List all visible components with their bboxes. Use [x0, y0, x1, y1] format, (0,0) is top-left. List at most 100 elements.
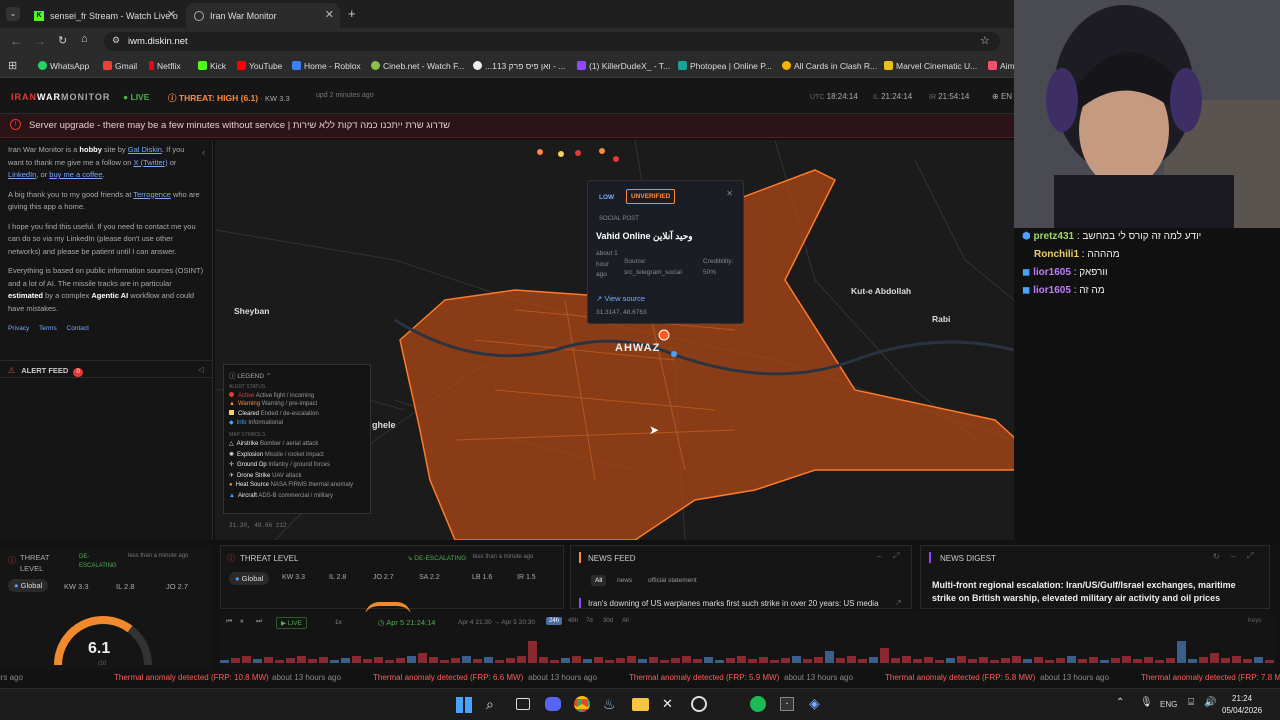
- global-chip[interactable]: ● Global: [229, 572, 270, 585]
- region-chip-lb[interactable]: LB 1.6: [472, 574, 492, 581]
- filter-official[interactable]: official statement: [648, 577, 697, 584]
- new-tab-button[interactable]: +: [348, 6, 356, 21]
- minimize-icon[interactable]: –: [1231, 552, 1235, 561]
- region-chip[interactable]: IL 2.8: [116, 582, 135, 591]
- terrogence-link[interactable]: Terrogence: [133, 190, 171, 199]
- skip-back-icon[interactable]: ⏮: [226, 618, 232, 626]
- region-chip-jo[interactable]: JO 2.7: [373, 574, 394, 581]
- discord-icon[interactable]: [545, 697, 561, 711]
- bookmark-one-piece[interactable]: ...ואן פיס פרק 113 - ...: [473, 61, 565, 71]
- pause-icon[interactable]: ⏸: [240, 618, 244, 626]
- range-7d[interactable]: 7d: [586, 618, 593, 624]
- ticker-event[interactable]: Thermal anomaly detected (FRP: 10.8 MW): [114, 673, 269, 682]
- bookmark-photopea[interactable]: Photopea | Online P...: [678, 61, 772, 71]
- tab-stream[interactable]: K sensei_fr Stream - Watch Live o ✕: [26, 3, 182, 28]
- privacy-link[interactable]: Privacy: [8, 325, 29, 332]
- bookmark-aim[interactable]: Aim: [988, 61, 1015, 71]
- active-marker[interactable]: [575, 150, 581, 156]
- bookmark-clash-royale[interactable]: All Cards in Clash R...: [782, 61, 877, 71]
- region-chip[interactable]: KW 3.3: [64, 582, 89, 591]
- view-source-link[interactable]: ↗ View source: [596, 294, 645, 303]
- news-item[interactable]: Iran's downing of US warplanes marks fir…: [588, 599, 879, 608]
- search-icon[interactable]: ⌕: [486, 696, 494, 713]
- heat-marker[interactable]: [537, 149, 543, 155]
- event-marker[interactable]: [658, 329, 670, 341]
- bookmark-whatsapp[interactable]: WhatsApp: [38, 61, 89, 71]
- tab-iran-war-monitor[interactable]: Iran War Monitor ✕: [186, 3, 340, 28]
- tray-chevron-icon[interactable]: ⌃: [1116, 697, 1124, 708]
- terms-link[interactable]: Terms: [39, 325, 57, 332]
- back-icon[interactable]: ←: [10, 34, 22, 48]
- gal-diskin-link[interactable]: Gal Diskin: [128, 145, 162, 154]
- minimize-icon[interactable]: –: [877, 552, 881, 561]
- reload-icon[interactable]: ↻: [58, 34, 67, 47]
- region-chip-sa[interactable]: SA 2.2: [419, 574, 440, 581]
- ticker-event[interactable]: Thermal anomaly detected (FRP: 5.9 MW): [629, 673, 779, 682]
- bookmark-gmail[interactable]: Gmail: [103, 61, 137, 71]
- coffee-link[interactable]: buy me a coffee: [49, 170, 102, 179]
- close-tab-icon[interactable]: ✕: [325, 8, 334, 21]
- clock-date[interactable]: 05/04/2026: [1222, 706, 1262, 715]
- bookmark-netflix[interactable]: Netflix: [149, 61, 181, 71]
- expand-icon[interactable]: ⤢: [893, 551, 899, 561]
- app-logo[interactable]: IRANWARMONITOR: [11, 92, 110, 102]
- global-chip[interactable]: ● Global: [8, 579, 49, 592]
- region-chip-il[interactable]: IL 2.8: [329, 574, 346, 581]
- range-all[interactable]: All: [622, 618, 629, 624]
- bookmark-twitch[interactable]: (1) KillerDudeX_ - T...: [577, 61, 670, 71]
- expand-icon[interactable]: ⤢: [1247, 551, 1253, 561]
- home-icon[interactable]: ⌂: [81, 33, 88, 45]
- region-chip-kw[interactable]: KW 3.3: [282, 574, 305, 581]
- contact-link[interactable]: Contact: [67, 325, 89, 332]
- legend-header[interactable]: ⓘ LEGEND ⌃: [229, 370, 365, 380]
- bookmark-star-icon[interactable]: ☆: [980, 34, 990, 47]
- apps-grid-icon[interactable]: ⊞: [8, 59, 17, 72]
- external-link-icon[interactable]: ↗: [895, 598, 902, 607]
- linkedin-link[interactable]: LinkedIn: [8, 170, 36, 179]
- epic-games-icon[interactable]: ✕: [662, 696, 673, 712]
- alert-feed-header[interactable]: ⚠ ALERT FEED 0 ◁: [0, 360, 212, 378]
- bookmark-kick[interactable]: Kick: [198, 61, 226, 71]
- tab-list-icon[interactable]: ⌄: [6, 7, 20, 21]
- ticker-event[interactable]: Thermal anomaly detected (FRP: 6.6 MW): [373, 673, 523, 682]
- bookmark-marvel[interactable]: Marvel Cinematic U...: [884, 61, 977, 71]
- chrome-icon[interactable]: [574, 696, 590, 712]
- range-24h[interactable]: 24h: [546, 617, 563, 625]
- language-button[interactable]: ⊕ EN: [992, 92, 1012, 101]
- refresh-icon[interactable]: ↻: [1213, 552, 1220, 561]
- region-chip-ir[interactable]: IR 1.5: [517, 574, 536, 581]
- heat-marker[interactable]: [558, 151, 564, 157]
- clock-time[interactable]: 21:24: [1232, 694, 1252, 703]
- speed-selector[interactable]: 1x: [335, 619, 342, 626]
- region-chip[interactable]: JO 2.7: [166, 582, 188, 591]
- activity-histogram[interactable]: [220, 630, 1274, 664]
- ticker-event[interactable]: Thermal anomaly detected (FRP: 7.8 M: [1141, 673, 1280, 682]
- task-view-icon[interactable]: [516, 698, 530, 710]
- url-field[interactable]: ⚙ iwm.diskin.net ☆: [104, 32, 1000, 51]
- close-tab-icon[interactable]: ✕: [167, 8, 176, 21]
- live-button[interactable]: ▶ LIVE: [276, 617, 307, 629]
- bookmark-youtube[interactable]: YouTube: [237, 61, 282, 71]
- aircraft-marker[interactable]: [671, 351, 677, 357]
- microphone-icon[interactable]: 🎙: [1140, 697, 1153, 708]
- steam-icon[interactable]: ♨: [603, 696, 616, 713]
- start-windows-icon[interactable]: [456, 697, 472, 713]
- skip-forward-icon[interactable]: ⏭: [256, 618, 262, 626]
- twitter-link[interactable]: X (Twitter): [133, 158, 167, 167]
- site-info-icon[interactable]: ⚙: [112, 35, 120, 46]
- app-diamond-icon[interactable]: ◈: [809, 695, 820, 712]
- bookmark-roblox[interactable]: Home - Roblox: [292, 61, 361, 71]
- close-popup-icon[interactable]: ✕: [726, 189, 733, 198]
- range-30d[interactable]: 30d: [603, 618, 613, 624]
- file-explorer-icon[interactable]: [632, 698, 649, 711]
- forward-icon[interactable]: →: [34, 34, 46, 48]
- obs-icon[interactable]: [691, 696, 707, 712]
- mute-icon[interactable]: ◁: [198, 364, 204, 377]
- filter-all[interactable]: All: [591, 575, 607, 586]
- volume-icon[interactable]: 🔊: [1204, 697, 1216, 708]
- filter-news[interactable]: news: [617, 577, 632, 584]
- network-icon[interactable]: ⌸: [1188, 697, 1194, 708]
- spotify-icon[interactable]: [750, 696, 766, 712]
- collapse-panel-icon[interactable]: ‹: [202, 146, 205, 159]
- active-marker[interactable]: [613, 156, 619, 162]
